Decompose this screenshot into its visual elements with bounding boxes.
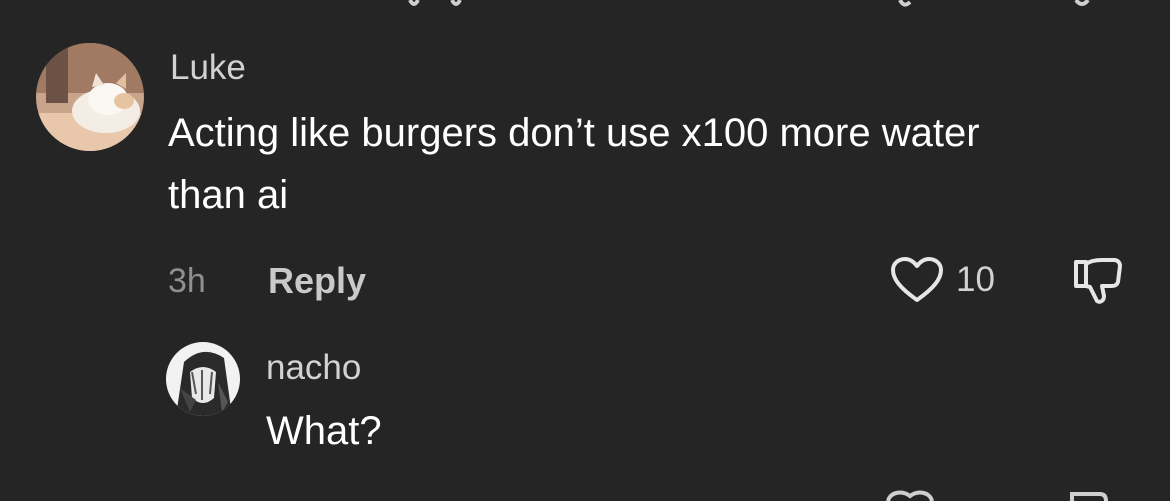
cat-avatar (36, 43, 144, 151)
avatar[interactable] (36, 43, 144, 151)
avatar[interactable] (166, 342, 240, 416)
reply-text: What? (266, 409, 382, 453)
thumbs-icon-fragment (1070, 492, 1108, 501)
comment-timestamp: 3h (168, 262, 206, 300)
previous-icon-fragment (1074, 0, 1090, 6)
comment-text: Acting like burgers don’t use x100 more … (168, 111, 980, 217)
like-button[interactable]: 10 (890, 254, 1000, 306)
comment-username[interactable]: Luke (170, 48, 246, 88)
dislike-button[interactable] (1070, 256, 1126, 306)
thumbs-down-icon (1074, 258, 1122, 304)
reply-username[interactable]: nacho (266, 348, 361, 388)
previous-icon-fragment (450, 0, 462, 6)
reply-button[interactable]: Reply (268, 260, 366, 302)
previous-icon-fragment (408, 0, 420, 6)
like-count: 10 (956, 260, 995, 299)
heart-outline-icon (891, 257, 943, 302)
previous-icon-fragment (898, 0, 912, 7)
anime-character-avatar (166, 342, 240, 416)
previous-comment-icons (408, 0, 1090, 7)
heart-icon-fragment (886, 490, 934, 501)
next-row-icons (886, 490, 1108, 501)
